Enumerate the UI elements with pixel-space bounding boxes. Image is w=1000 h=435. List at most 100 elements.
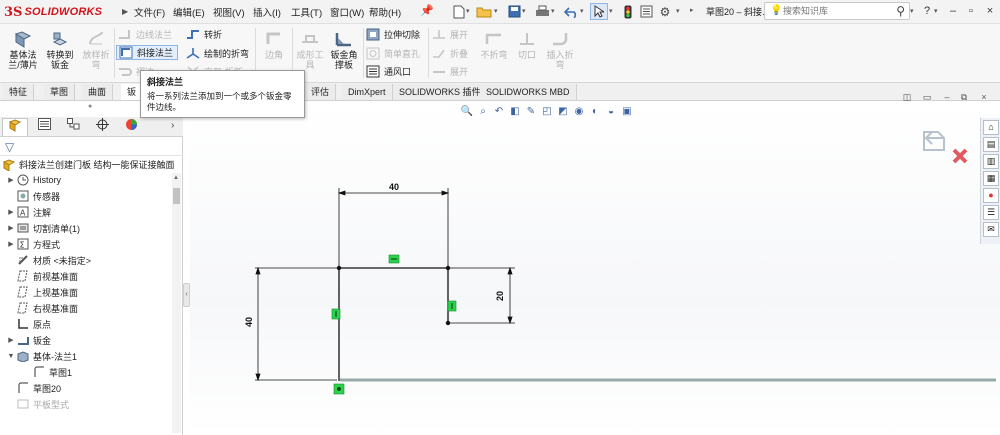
zoom-to-area-icon[interactable]: ⌕	[476, 105, 490, 119]
tree-item-sketch1[interactable]: 草图1	[22, 365, 72, 379]
tab-dimxpert[interactable]: DimXpert	[342, 84, 393, 100]
home-icon[interactable]: ⌂	[983, 120, 999, 135]
custom-properties-icon[interactable]: ☰	[983, 205, 999, 220]
insert-bends-button[interactable]: 插入折 弯	[542, 30, 578, 70]
dynamic-annotation-icon[interactable]: ✎	[524, 105, 538, 119]
viewport-tile-icon[interactable]: ◫	[900, 90, 914, 104]
corners-button[interactable]: 边角	[259, 30, 289, 60]
section-view-icon[interactable]: ◧	[508, 105, 522, 119]
miter-flange-button[interactable]: 斜接法兰	[116, 45, 179, 60]
base-flange-button[interactable]: 基体法 兰/薄片	[5, 30, 41, 70]
minimize-button[interactable]: –	[944, 3, 962, 20]
options-dropdown-icon[interactable]: ▾	[676, 7, 680, 15]
menu-edit[interactable]: 编辑(E)	[173, 5, 205, 19]
tree-item-material[interactable]: 材质 <未指定>	[6, 253, 91, 267]
collapse-arrow-icon[interactable]: ▼	[6, 353, 16, 360]
magnifier-icon[interactable]: ⚲	[896, 4, 905, 18]
forming-tool-button[interactable]: 成形工 具	[292, 30, 328, 70]
save-icon[interactable]	[505, 3, 523, 20]
tree-item-history[interactable]: ▶ History	[6, 173, 61, 187]
tab-sketch[interactable]: 草图	[44, 84, 76, 100]
edit-appearance-icon[interactable]: ◐	[588, 105, 602, 119]
menu-window[interactable]: 窗口(W)	[330, 5, 364, 19]
cancel-sketch-icon[interactable]	[952, 148, 968, 164]
tree-scrollbar[interactable]: ▲	[172, 173, 181, 433]
expand-arrow-icon[interactable]: ▶	[6, 240, 16, 248]
configuration-manager-tab[interactable]	[60, 118, 86, 136]
options-gear-icon[interactable]: ⚙	[656, 3, 674, 20]
dimxpert-manager-tab[interactable]	[89, 118, 115, 136]
select-dropdown-icon[interactable]: ▾	[609, 7, 613, 15]
hide-show-items-icon[interactable]: ◉	[572, 105, 586, 119]
viewport-close-icon[interactable]: ×	[977, 90, 991, 104]
resources-icon[interactable]: ▤	[983, 137, 999, 152]
extruded-cut-button[interactable]: 拉伸切除	[366, 27, 420, 42]
tree-item-equations[interactable]: ▶ Σ 方程式	[6, 237, 60, 251]
tabs-scroll-right-icon[interactable]: ›	[171, 120, 174, 131]
edge-flange-button[interactable]: 边线法兰	[118, 27, 172, 42]
select-arrow-icon[interactable]	[590, 3, 608, 20]
no-bends-button[interactable]: 不折弯	[474, 30, 514, 60]
search-dropdown-icon[interactable]: ▾	[910, 7, 914, 15]
design-library-icon[interactable]: ▥	[983, 154, 999, 169]
menu-file[interactable]: 文件(F)	[134, 5, 165, 19]
filter-icon[interactable]: ▽	[5, 140, 14, 154]
print-dropdown-icon[interactable]: ▾	[551, 7, 555, 15]
sheetmetal-gusset-button[interactable]: 钣金角 撑板	[326, 30, 362, 70]
unfold-button[interactable]: 展开	[432, 27, 468, 42]
property-manager-tab[interactable]	[31, 118, 57, 136]
vent-button[interactable]: 通风口	[366, 64, 411, 79]
tree-item-front-plane[interactable]: 前视基准面	[6, 269, 78, 283]
previous-view-icon[interactable]: ↶	[492, 105, 506, 119]
flatten-button[interactable]: 展开	[432, 64, 468, 79]
expand-arrow-icon[interactable]: ▶	[6, 336, 16, 344]
file-explorer-icon[interactable]: ▦	[983, 171, 999, 186]
feature-manager-tab[interactable]	[2, 118, 28, 136]
convert-to-sheetmetal-button[interactable]: 转换到 钣金	[42, 30, 78, 70]
scroll-up-arrow-icon[interactable]: ▲	[173, 175, 179, 181]
forum-icon[interactable]: ✉	[983, 222, 999, 237]
menu-help[interactable]: 帮助(H)	[369, 5, 401, 19]
expand-arrow-icon[interactable]: ▶	[6, 224, 16, 232]
open-folder-icon[interactable]	[475, 3, 493, 20]
expand-arrow-icon[interactable]: ▶	[6, 176, 16, 184]
more-arrow-icon[interactable]: ▸	[690, 6, 694, 14]
fold-button[interactable]: 折叠	[432, 46, 468, 61]
restore-button[interactable]: ▫	[962, 3, 980, 20]
jog-button[interactable]: 转折	[186, 27, 222, 42]
close-button[interactable]: ×	[981, 3, 999, 20]
exit-sketch-icon[interactable]	[923, 131, 945, 151]
view-orientation-icon[interactable]: ◰	[540, 105, 554, 119]
feature-tree-root[interactable]: 斜接法兰创建门板 结构一能保证接触面	[3, 158, 175, 171]
graphics-area[interactable]	[190, 101, 1000, 435]
search-input[interactable]	[783, 4, 887, 18]
tab-solidworks-mbd[interactable]: SOLIDWORKS MBD	[480, 84, 577, 100]
knowledge-search-box[interactable]: 💡 ⚲	[764, 2, 910, 20]
tab-solidworks-addins[interactable]: SOLIDWORKS 插件	[393, 84, 488, 100]
viewport-single-icon[interactable]: ▭	[920, 90, 934, 104]
menu-insert[interactable]: 插入(I)	[253, 5, 281, 19]
tree-item-sheet-metal[interactable]: ▶ 钣金	[6, 333, 51, 347]
tree-item-cut-list[interactable]: ▶ 切割清单(1)	[6, 221, 80, 235]
tree-item-right-plane[interactable]: 右视基准面	[6, 301, 78, 315]
tree-item-sensors[interactable]: 传感器	[6, 189, 60, 203]
rebuild-traffic-light-icon[interactable]	[619, 3, 637, 20]
tree-item-annotations[interactable]: ▶ A 注解	[6, 205, 51, 219]
tree-item-base-flange[interactable]: ▼ 基体-法兰1	[6, 349, 77, 363]
viewport-restore-icon[interactable]: ⧉	[957, 90, 971, 104]
panel-collapse-handle-icon[interactable]: ●	[88, 103, 92, 110]
help-dropdown-icon[interactable]: ▾	[934, 7, 938, 15]
new-dropdown-icon[interactable]: ▾	[466, 7, 470, 15]
tab-evaluate[interactable]: 评估	[305, 84, 337, 100]
pin-icon[interactable]: 📌	[420, 4, 434, 17]
open-dropdown-icon[interactable]: ▾	[494, 7, 498, 15]
display-style-icon[interactable]: ◩	[556, 105, 570, 119]
tree-item-flat-pattern[interactable]: 平板型式	[6, 397, 69, 411]
undo-dropdown-icon[interactable]: ▾	[580, 7, 584, 15]
tab-surfaces[interactable]: 曲面	[82, 84, 114, 100]
expand-arrow-icon[interactable]: ▶	[6, 208, 16, 216]
display-manager-tab[interactable]	[118, 118, 144, 136]
panel-splitter-handle[interactable]: ‹	[183, 283, 190, 307]
appearances-icon[interactable]: ●	[983, 188, 999, 203]
viewport-minimize-icon[interactable]: –	[940, 90, 954, 104]
